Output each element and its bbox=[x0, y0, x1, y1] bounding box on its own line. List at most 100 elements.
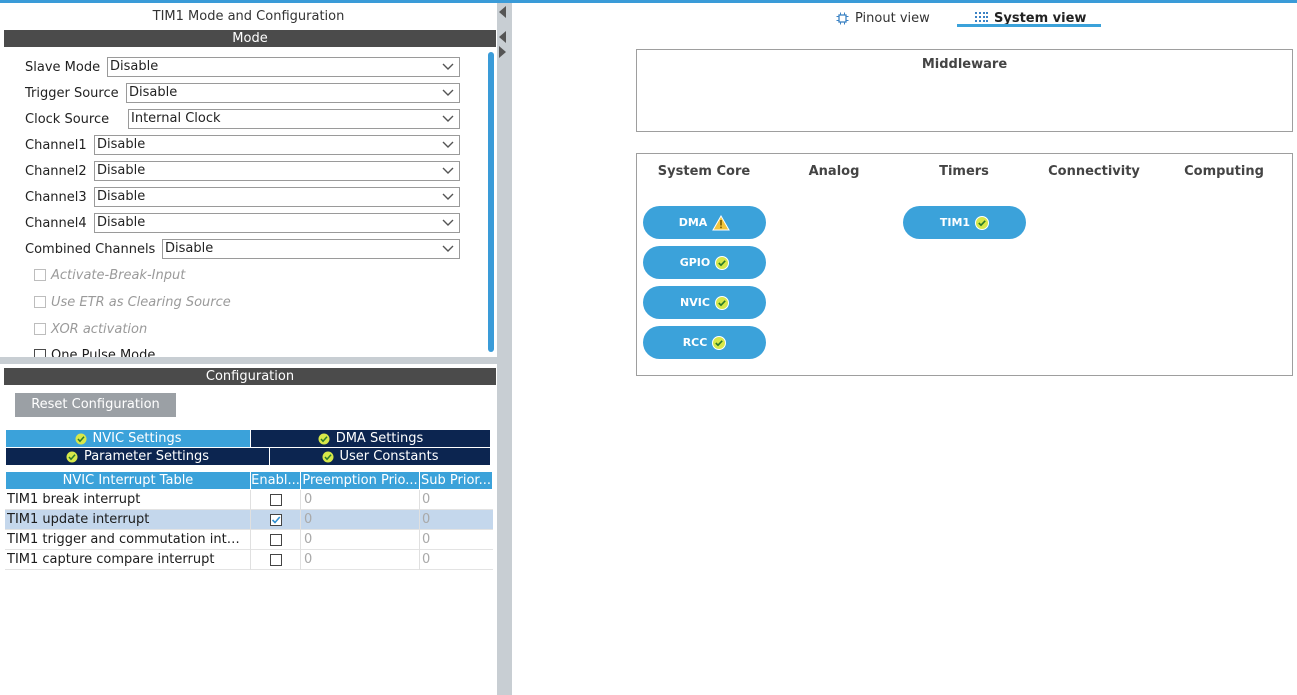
tab-label: Parameter Settings bbox=[83, 449, 210, 464]
checkbox-box bbox=[34, 323, 46, 335]
chevron-down-icon bbox=[442, 245, 454, 252]
check-circle-icon bbox=[318, 433, 330, 444]
check-circle-icon bbox=[712, 335, 727, 350]
table-row[interactable]: TIM1 break interrupt 0 0 bbox=[5, 490, 493, 510]
sub-priority[interactable]: 0 bbox=[422, 510, 482, 530]
combined-channels-row: Combined Channels bbox=[25, 238, 155, 260]
expand-right-arrow-icon[interactable] bbox=[499, 46, 506, 58]
chevron-down-icon bbox=[442, 89, 454, 96]
category-timers: Timers bbox=[939, 164, 989, 179]
tab-pinout-view[interactable]: Pinout view bbox=[836, 8, 930, 28]
collapse-left-arrow-icon[interactable] bbox=[499, 6, 506, 18]
one-pulse-clip: One Pulse Mode bbox=[4, 340, 488, 357]
tab-parameter-settings[interactable]: Parameter Settings bbox=[6, 448, 269, 465]
channel2-row: Channel2 bbox=[25, 160, 87, 182]
enable-checkbox[interactable] bbox=[270, 554, 282, 566]
collapse-left-arrow-icon[interactable] bbox=[499, 31, 506, 43]
sub-priority[interactable]: 0 bbox=[422, 550, 482, 570]
peripheral-dma-button[interactable]: DMA bbox=[643, 206, 766, 239]
combined-channels-select[interactable]: Disable bbox=[162, 239, 460, 259]
select-value: Disable bbox=[110, 59, 159, 74]
select-value: Disable bbox=[165, 241, 214, 256]
channel2-select[interactable]: Disable bbox=[94, 161, 460, 181]
slave-mode-select[interactable]: Disable bbox=[107, 57, 460, 77]
activate-break-input-checkbox[interactable]: Activate-Break-Input bbox=[34, 266, 185, 284]
preemption-priority[interactable]: 0 bbox=[304, 550, 414, 570]
tab-user-constants[interactable]: User Constants bbox=[270, 448, 490, 465]
preemption-priority[interactable]: 0 bbox=[304, 490, 414, 510]
select-value: Disable bbox=[97, 137, 146, 152]
cell-divider bbox=[250, 510, 251, 530]
field-label: Channel2 bbox=[25, 163, 87, 179]
one-pulse-mode-checkbox[interactable]: One Pulse Mode bbox=[34, 346, 155, 357]
tab-dma-settings[interactable]: DMA Settings bbox=[251, 430, 490, 447]
check-circle-icon bbox=[322, 451, 333, 462]
tab-nvic-settings[interactable]: NVIC Settings bbox=[6, 430, 250, 447]
checkbox-label: Activate-Break-Input bbox=[51, 267, 186, 283]
active-tab-underline bbox=[957, 24, 1101, 27]
pill-label: GPIO bbox=[679, 256, 711, 269]
reset-configuration-button[interactable]: Reset Configuration bbox=[15, 393, 176, 417]
channel1-row: Channel1 bbox=[25, 134, 87, 156]
clock-source-select[interactable]: Internal Clock bbox=[128, 109, 460, 129]
column-header-sub-priority[interactable]: Sub Prior... bbox=[420, 472, 492, 489]
channel3-select[interactable]: Disable bbox=[94, 187, 460, 207]
field-label: Channel1 bbox=[25, 137, 87, 153]
checkbox-label: One Pulse Mode bbox=[51, 347, 156, 358]
enable-checkbox-checked[interactable] bbox=[270, 514, 282, 526]
category-computing: Computing bbox=[1184, 164, 1264, 179]
peripheral-gpio-button[interactable]: GPIO bbox=[643, 246, 766, 279]
cell-divider bbox=[250, 530, 251, 550]
cell-divider bbox=[250, 490, 251, 510]
channel1-select[interactable]: Disable bbox=[94, 135, 460, 155]
peripheral-tim1-button[interactable]: TIM1 bbox=[903, 206, 1026, 239]
enable-checkbox[interactable] bbox=[270, 534, 282, 546]
check-circle-icon bbox=[66, 451, 78, 462]
column-header-preemption[interactable]: Preemption Prio... bbox=[301, 472, 419, 489]
mode-scrollbar[interactable] bbox=[488, 52, 494, 352]
field-label: Slave Mode bbox=[25, 59, 101, 75]
category-connectivity: Connectivity bbox=[1048, 164, 1140, 179]
enable-checkbox[interactable] bbox=[270, 494, 282, 506]
chevron-down-icon bbox=[442, 115, 454, 122]
tab-label: NVIC Settings bbox=[92, 431, 182, 446]
table-row[interactable]: TIM1 trigger and commutation inte... 0 0 bbox=[5, 530, 493, 550]
select-value: Disable bbox=[97, 189, 146, 204]
field-label: Channel3 bbox=[25, 189, 87, 205]
chevron-down-icon bbox=[442, 63, 454, 70]
trigger-source-select[interactable]: Disable bbox=[126, 83, 460, 103]
vertical-splitter[interactable] bbox=[497, 3, 512, 695]
grid-icon bbox=[975, 11, 988, 22]
sub-priority[interactable]: 0 bbox=[422, 530, 482, 550]
tab-label: Pinout view bbox=[855, 10, 930, 26]
xor-activation-checkbox[interactable]: XOR activation bbox=[34, 320, 147, 338]
slave-mode-row: Slave Mode bbox=[25, 56, 100, 78]
chevron-down-icon bbox=[442, 193, 454, 200]
preemption-priority[interactable]: 0 bbox=[304, 510, 414, 530]
channel4-select[interactable]: Disable bbox=[94, 213, 460, 233]
interrupt-name: TIM1 capture compare interrupt bbox=[7, 552, 215, 567]
pill-label: RCC bbox=[682, 336, 708, 349]
warning-icon bbox=[712, 214, 731, 230]
configuration-section-header: Configuration bbox=[4, 368, 496, 385]
field-label: Channel4 bbox=[25, 215, 87, 231]
table-row[interactable]: TIM1 capture compare interrupt 0 0 bbox=[5, 550, 493, 570]
category-analog: Analog bbox=[808, 164, 860, 179]
table-row[interactable]: TIM1 update interrupt 0 0 bbox=[5, 510, 493, 530]
cell-divider bbox=[300, 550, 301, 570]
column-header-interrupt[interactable]: NVIC Interrupt Table bbox=[6, 472, 250, 489]
column-header-enabled[interactable]: Enabl... bbox=[251, 472, 300, 489]
sub-priority[interactable]: 0 bbox=[422, 490, 482, 510]
interrupt-name: TIM1 update interrupt bbox=[7, 512, 150, 527]
peripheral-nvic-button[interactable]: NVIC bbox=[643, 286, 766, 319]
field-label: Combined Channels bbox=[25, 241, 156, 257]
pill-label: TIM1 bbox=[939, 216, 971, 229]
horizontal-splitter[interactable] bbox=[0, 357, 497, 364]
check-circle-icon bbox=[715, 255, 730, 270]
peripheral-rcc-button[interactable]: RCC bbox=[643, 326, 766, 359]
preemption-priority[interactable]: 0 bbox=[304, 530, 414, 550]
interrupt-name: TIM1 trigger and commutation inte... bbox=[7, 532, 247, 547]
cell-divider bbox=[300, 530, 301, 550]
use-etr-clearing-checkbox[interactable]: Use ETR as Clearing Source bbox=[34, 293, 231, 311]
field-label: Clock Source bbox=[25, 111, 110, 127]
